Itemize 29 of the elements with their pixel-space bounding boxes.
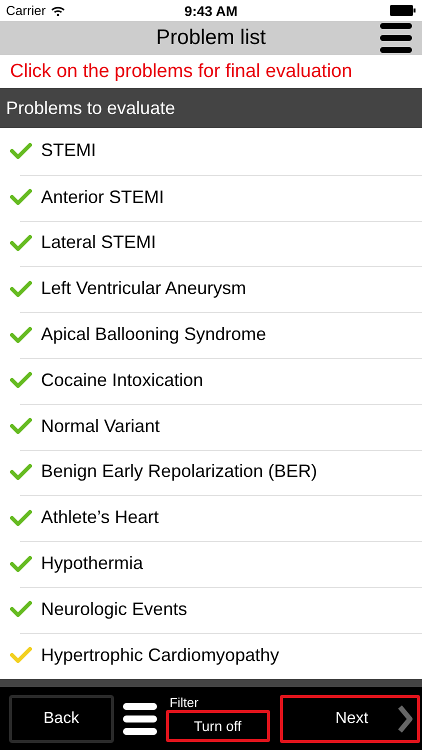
menu-icon — [122, 702, 157, 734]
status-time: 9:43 AM — [184, 2, 238, 18]
carrier-label: Carrier — [6, 3, 46, 18]
wifi-icon — [50, 6, 65, 16]
menu-button[interactable] — [380, 23, 412, 53]
section-header: Problems to evaluate — [0, 88, 422, 128]
problem-label: Athlete’s Heart — [41, 507, 159, 528]
next-button[interactable]: Next — [280, 694, 420, 742]
turn-off-button[interactable]: Turn off — [166, 710, 270, 742]
instruction-text: Click on the problems for final evaluation — [9, 60, 354, 84]
problem-label: Cocaine Intoxication — [41, 370, 204, 391]
menu-icon — [380, 23, 412, 53]
problem-label: Lateral STEMI — [41, 232, 156, 254]
problem-label: Hypertrophic Cardiomyopathy — [41, 644, 280, 666]
problem-item[interactable]: STEMI — [0, 128, 422, 174]
problem-label: Neurologic Events — [41, 598, 188, 620]
filter-menu-button[interactable] — [122, 702, 157, 734]
problem-label: Hypothermia — [41, 553, 144, 574]
problem-label: STEMI — [41, 140, 96, 162]
problem-label: Anterior STEMI — [41, 186, 164, 208]
back-button[interactable]: Back — [9, 694, 114, 742]
filter-label: Filter — [170, 695, 200, 710]
problem-label: Benign Early Repolarization (BER) — [41, 461, 318, 482]
problem-label: Normal Variant — [41, 416, 160, 437]
nav-title: Problem list — [156, 26, 266, 50]
problem-label: Apical Ballooning Syndrome — [41, 324, 266, 346]
battery-icon — [390, 5, 416, 16]
problem-label: Left Ventricular Aneurysm — [41, 278, 246, 300]
chevron-right-icon — [397, 704, 413, 734]
